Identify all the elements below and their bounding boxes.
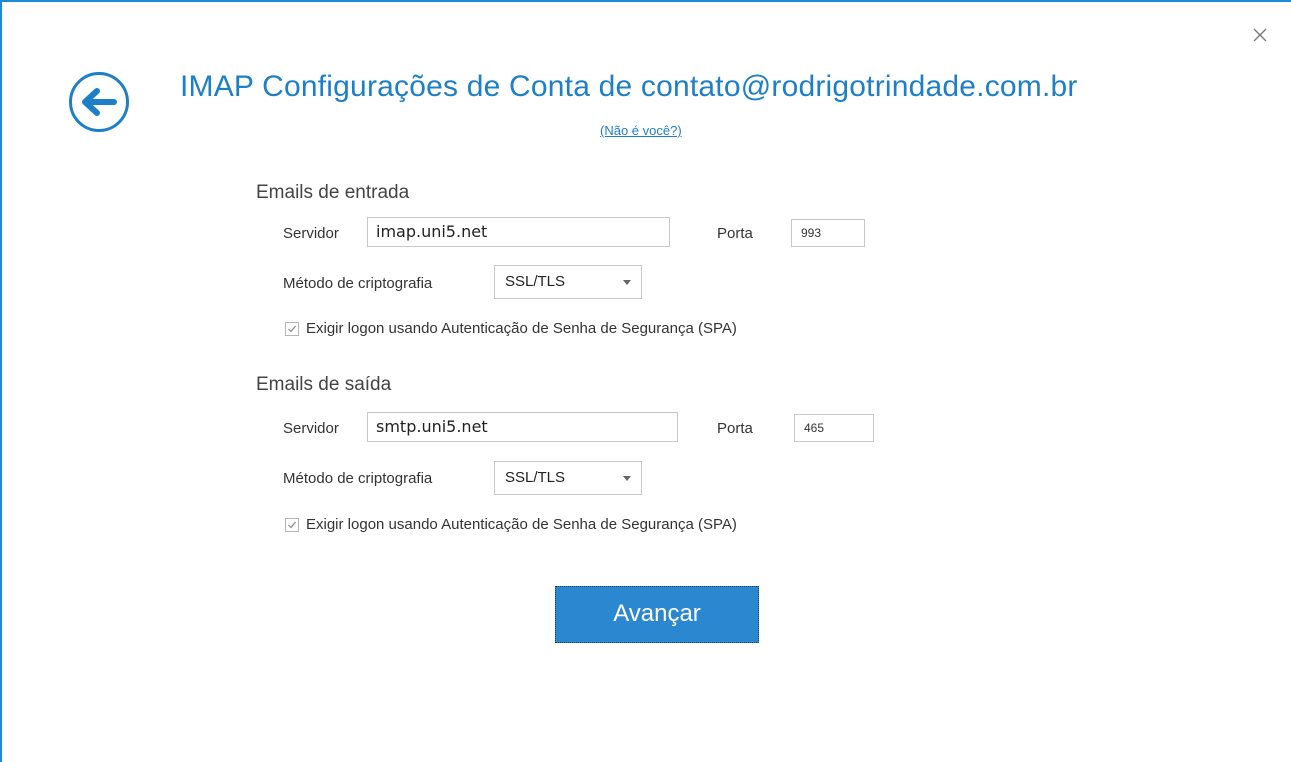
outgoing-port-label: Porta	[717, 420, 753, 437]
next-button[interactable]: Avançar	[555, 586, 759, 643]
back-button[interactable]	[68, 71, 130, 133]
checkmark-icon	[288, 521, 296, 529]
checkmark-icon	[288, 325, 296, 333]
incoming-section-title: Emails de entrada	[256, 182, 410, 203]
outgoing-section-title: Emails de saída	[256, 374, 392, 395]
back-arrow-icon	[69, 72, 129, 132]
outgoing-spa-checkbox[interactable]	[285, 518, 299, 532]
chevron-down-icon	[623, 476, 631, 481]
outgoing-port-input[interactable]: 465	[794, 414, 874, 442]
incoming-encryption-label: Método de criptografia	[283, 275, 433, 292]
incoming-spa-label[interactable]: Exigir logon usando Autenticação de Senh…	[306, 320, 737, 337]
outgoing-server-label: Servidor	[283, 420, 339, 437]
not-you-link[interactable]: (Não é você?)	[600, 123, 682, 138]
chevron-down-icon	[623, 280, 631, 285]
close-icon	[1253, 28, 1267, 42]
incoming-encryption-value: SSL/TLS	[505, 273, 566, 290]
dialog-window: IMAP Configurações de Conta de contato@r…	[0, 0, 1291, 762]
incoming-port-label: Porta	[717, 225, 753, 242]
incoming-encryption-select[interactable]: SSL/TLS	[494, 265, 642, 299]
outgoing-spa-label[interactable]: Exigir logon usando Autenticação de Senh…	[306, 516, 737, 533]
outgoing-encryption-select[interactable]: SSL/TLS	[494, 461, 642, 495]
incoming-spa-checkbox[interactable]	[285, 322, 299, 336]
outgoing-encryption-value: SSL/TLS	[505, 469, 566, 486]
page-title: IMAP Configurações de Conta de contato@r…	[180, 70, 1078, 103]
incoming-server-input[interactable]: imap.uni5.net	[367, 217, 670, 247]
close-button[interactable]	[1251, 26, 1269, 44]
outgoing-encryption-label: Método de criptografia	[283, 470, 433, 487]
incoming-server-label: Servidor	[283, 225, 339, 242]
outgoing-server-input[interactable]: smtp.uni5.net	[367, 412, 678, 442]
incoming-port-input[interactable]: 993	[791, 219, 865, 247]
